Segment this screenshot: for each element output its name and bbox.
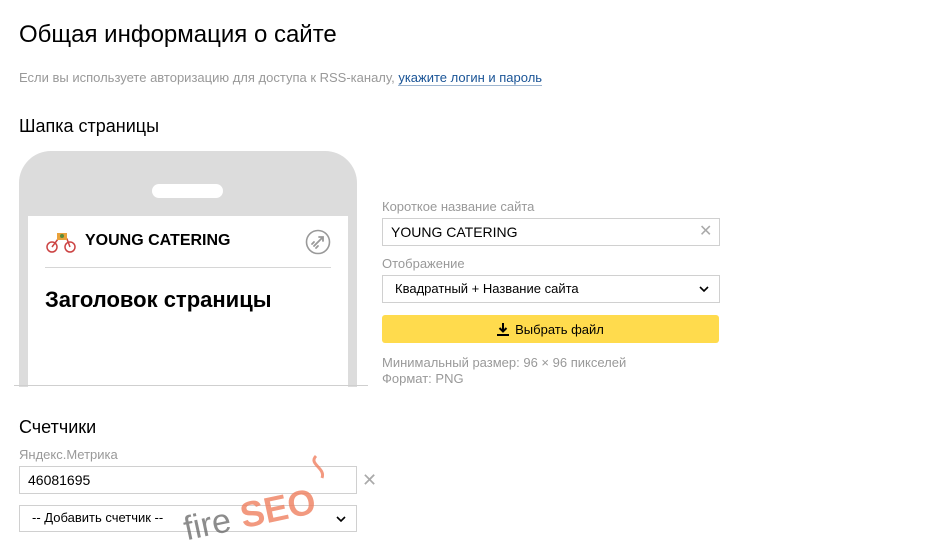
- short-name-value: YOUNG CATERING: [391, 224, 518, 240]
- header-section-title: Шапка страницы: [19, 116, 160, 136]
- auth-hint: Если вы используете авторизацию для дост…: [19, 70, 543, 86]
- add-counter-value: -- Добавить счетчик --: [32, 510, 164, 525]
- preview-site-name: YOUNG CATERING: [85, 232, 231, 249]
- metrika-value: 46081695: [28, 472, 91, 488]
- choose-file-label: Выбрать файл: [515, 321, 604, 337]
- metrika-input[interactable]: 46081695: [19, 466, 357, 494]
- metrika-clear-icon[interactable]: ✕: [362, 471, 377, 489]
- phone-speaker: [152, 184, 223, 198]
- choose-file-button[interactable]: Выбрать файл: [382, 315, 719, 343]
- chevron-down-icon: [699, 286, 709, 293]
- short-name-label: Короткое название сайта: [382, 199, 535, 214]
- display-label: Отображение: [382, 256, 465, 271]
- site-logo-icon: [46, 233, 76, 253]
- auth-hint-text: Если вы используете авторизацию для дост…: [19, 70, 399, 85]
- phone-header: YOUNG CATERING: [45, 216, 331, 268]
- chevron-down-icon: [336, 516, 346, 523]
- short-name-clear-icon[interactable]: ✕: [699, 224, 712, 240]
- preview-baseline: [14, 385, 368, 386]
- page-title: Общая информация о сайте: [19, 21, 337, 48]
- phone-preview: YOUNG CATERING Заголовок страницы: [19, 151, 357, 387]
- preview-page-heading: Заголовок страницы: [45, 287, 272, 312]
- metrika-label: Яндекс.Метрика: [19, 447, 118, 462]
- phone-screen: YOUNG CATERING Заголовок страницы: [28, 216, 348, 387]
- short-name-input[interactable]: YOUNG CATERING: [382, 218, 720, 246]
- download-icon: [497, 322, 510, 336]
- rocket-icon: [305, 229, 331, 255]
- login-password-link[interactable]: укажите логин и пароль: [398, 70, 543, 86]
- display-selected-value: Квадратный + Название сайта: [395, 281, 579, 296]
- display-select[interactable]: Квадратный + Название сайта: [382, 275, 720, 303]
- counters-section-title: Счетчики: [19, 417, 97, 437]
- note-format: Формат: PNG: [382, 371, 464, 386]
- add-counter-select[interactable]: -- Добавить счетчик --: [19, 505, 357, 532]
- note-min-size: Минимальный размер: 96 × 96 пикселей: [382, 355, 627, 370]
